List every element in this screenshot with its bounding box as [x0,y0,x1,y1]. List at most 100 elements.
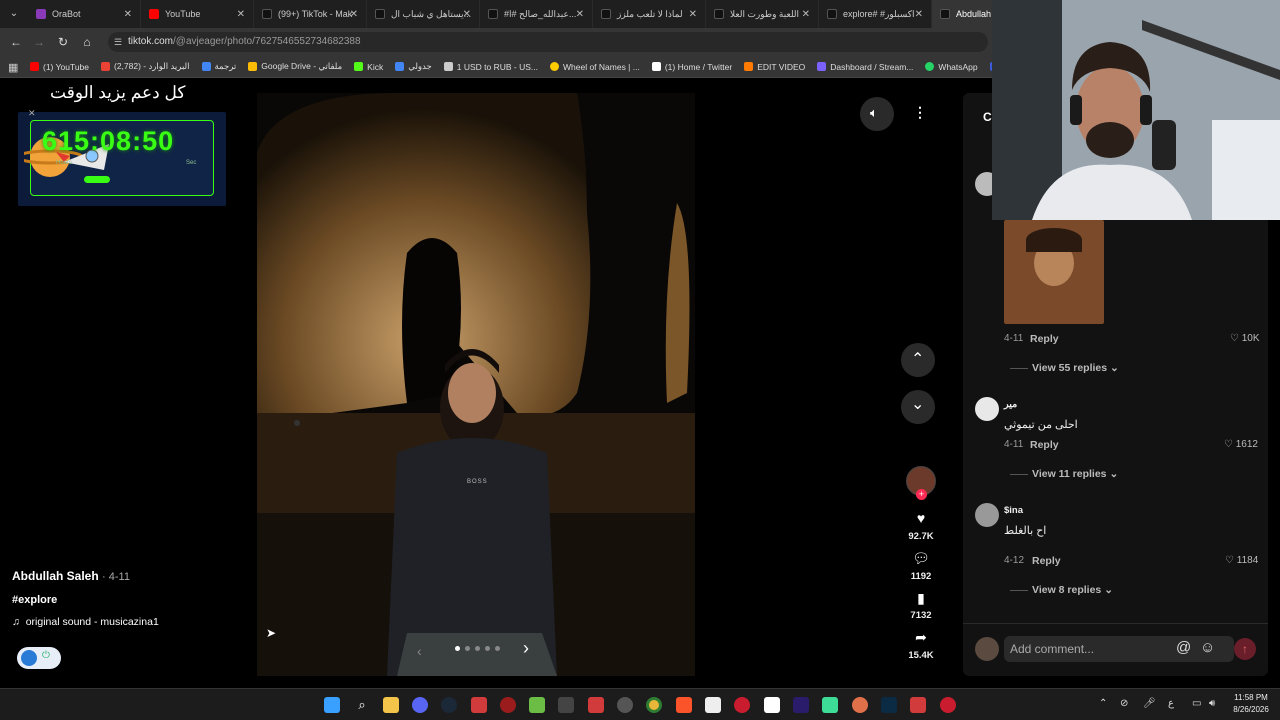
photo-dot[interactable] [465,646,470,651]
tab-tiktok-2[interactable]: يستاهل ي شباب ال... ✕ [367,0,480,28]
comment-icon[interactable]: 💬︎ [912,550,930,568]
start-icon[interactable] [324,697,340,713]
photoshop-icon[interactable] [881,697,897,713]
app-icon[interactable] [500,697,516,713]
tab-tiktok-3[interactable]: #عبدالله_صالح #ا... ✕ [480,0,593,28]
view-replies-button[interactable]: View 55 replies ⌄ [1032,362,1119,374]
bookmark-whatsapp[interactable]: WhatsApp [925,62,978,72]
network-icon[interactable]: ⊘ [1120,698,1128,709]
commenter-avatar[interactable] [975,503,999,527]
app-icon[interactable] [734,697,750,713]
microphone-icon[interactable]: 🎤︎ [1143,698,1156,709]
close-icon[interactable]: ✕ [124,9,132,20]
tab-tiktok-5[interactable]: اللعبة وطورت العلا ✕ [706,0,819,28]
bookmark-drive[interactable]: Google Drive - ملفاتي [248,61,342,72]
bookmark-wheel[interactable]: Wheel of Names | ... [549,62,640,72]
next-post-button[interactable]: ⌄ [901,390,935,424]
mention-icon[interactable]: @ [1176,639,1191,656]
app-icon[interactable] [558,697,574,713]
discord-icon[interactable] [412,697,428,713]
app-icon[interactable] [940,697,956,713]
chrome-icon[interactable] [646,697,662,713]
clock[interactable]: 11:58 PM 8/26/2026 [1226,692,1276,716]
site-info-icon[interactable]: ☰ [114,32,122,52]
reply-button[interactable]: Reply [1030,333,1059,345]
follow-plus-icon[interactable]: + [916,489,927,500]
heart-icon[interactable]: ♥ [912,510,930,528]
previous-post-button[interactable]: ⌃ [901,343,935,377]
tab-orabot[interactable]: OraBot ✕ [28,0,141,28]
url-field[interactable]: ☰ tiktok.com/@avjeager/photo/76275465527… [108,32,988,52]
close-icon[interactable]: ✕ [915,9,923,20]
forward-arrow-icon[interactable]: → [31,34,47,50]
commenter-avatar[interactable] [975,397,999,421]
close-icon[interactable]: ✕ [576,9,584,20]
comment-like[interactable]: ♡ 10K [1230,333,1260,344]
app-icon[interactable] [471,697,487,713]
photo-dot-active[interactable] [455,646,460,651]
bookmark-icon[interactable]: ▮ [912,590,930,608]
volume-button[interactable]: 🔈︎ [860,97,894,131]
emoji-icon[interactable]: ☺ [1200,639,1215,656]
close-icon[interactable]: ✕ [689,9,697,20]
volume-icon[interactable]: 🔊︎ [1209,698,1215,709]
bookmark-kick[interactable]: Kick [354,62,383,72]
language-indicator[interactable]: ع [1168,698,1174,709]
bookmark-twitter[interactable]: (1) Home / Twitter [651,62,732,72]
app-icon[interactable] [588,697,604,713]
app-icon[interactable] [529,697,545,713]
share-icon[interactable]: ➦ [912,629,930,647]
comment-image[interactable] [1004,220,1104,324]
post-comment-button[interactable]: ↑ [1234,638,1256,660]
close-icon[interactable]: ✕ [463,9,471,20]
more-options-button[interactable]: ⋮ [900,97,934,131]
close-icon[interactable]: ✕ [237,9,245,20]
photo-prev-icon[interactable]: ‹ [417,643,422,659]
reply-button[interactable]: Reply [1030,439,1059,451]
close-icon[interactable]: ✕ [802,9,810,20]
bookmark-usd-rub[interactable]: 1 USD to RUB - US... [443,62,538,72]
close-overlay-icon[interactable]: ✕ [28,108,36,119]
bookmark-translate[interactable]: ترجمة [201,61,236,72]
post-photo[interactable]: BOSS ‹ › [257,93,695,676]
apps-grid-icon[interactable]: ▦ [8,61,18,74]
back-arrow-icon[interactable]: ← [8,34,24,50]
app-icon[interactable] [852,697,868,713]
hashtag-link[interactable]: #explore [12,594,57,606]
app-icon[interactable] [822,697,838,713]
photo-dot[interactable] [485,646,490,651]
app-icon[interactable] [910,697,926,713]
steam-icon[interactable] [441,697,457,713]
premiere-icon[interactable] [793,697,809,713]
file-explorer-icon[interactable] [383,697,399,713]
comment-like[interactable]: ♡ 1184 [1225,555,1258,566]
photo-next-icon[interactable]: › [523,638,529,659]
tray-chevron-up-icon[interactable]: ⌃ [1099,698,1107,709]
bookmark-youtube[interactable]: (1) YouTube [30,62,89,72]
comment-like[interactable]: ♡ 1612 [1224,439,1258,450]
display-icon[interactable]: ▭ [1192,698,1201,709]
search-icon[interactable]: ⌕ [354,697,370,713]
tab-search-chevron-icon[interactable]: ⌄ [0,0,28,28]
home-icon[interactable]: ⌂ [79,34,95,50]
extension-toggle[interactable]: ⏻ [17,647,61,669]
close-icon[interactable]: ✕ [350,9,358,20]
app-icon[interactable] [764,697,780,713]
bookmark-gmail[interactable]: (2,782) - البريد الوارد [101,61,190,72]
bookmark-schedule[interactable]: جدولي [395,61,432,72]
photo-dot[interactable] [475,646,480,651]
app-icon[interactable] [705,697,721,713]
commenter-name[interactable]: مير [1004,399,1017,410]
author-name[interactable]: Abdullah Saleh · 4-11 [12,569,130,583]
view-replies-button[interactable]: View 8 replies ⌄ [1032,584,1113,596]
reply-button[interactable]: Reply [1032,555,1061,567]
reload-icon[interactable]: ↻ [55,34,71,50]
tab-tiktok-4[interactable]: لماذا لا تلعب ملزز ✕ [593,0,706,28]
tab-tiktok-1[interactable]: (99+) TikTok - Mak ✕ [254,0,367,28]
tab-youtube[interactable]: YouTube ✕ [141,0,254,28]
commenter-name[interactable]: $ina [1004,505,1023,516]
view-replies-button[interactable]: View 11 replies ⌄ [1032,468,1118,480]
app-icon[interactable] [617,697,633,713]
brave-icon[interactable] [676,697,692,713]
tab-tiktok-6[interactable]: explore# #اكسبلور ✕ [819,0,932,28]
